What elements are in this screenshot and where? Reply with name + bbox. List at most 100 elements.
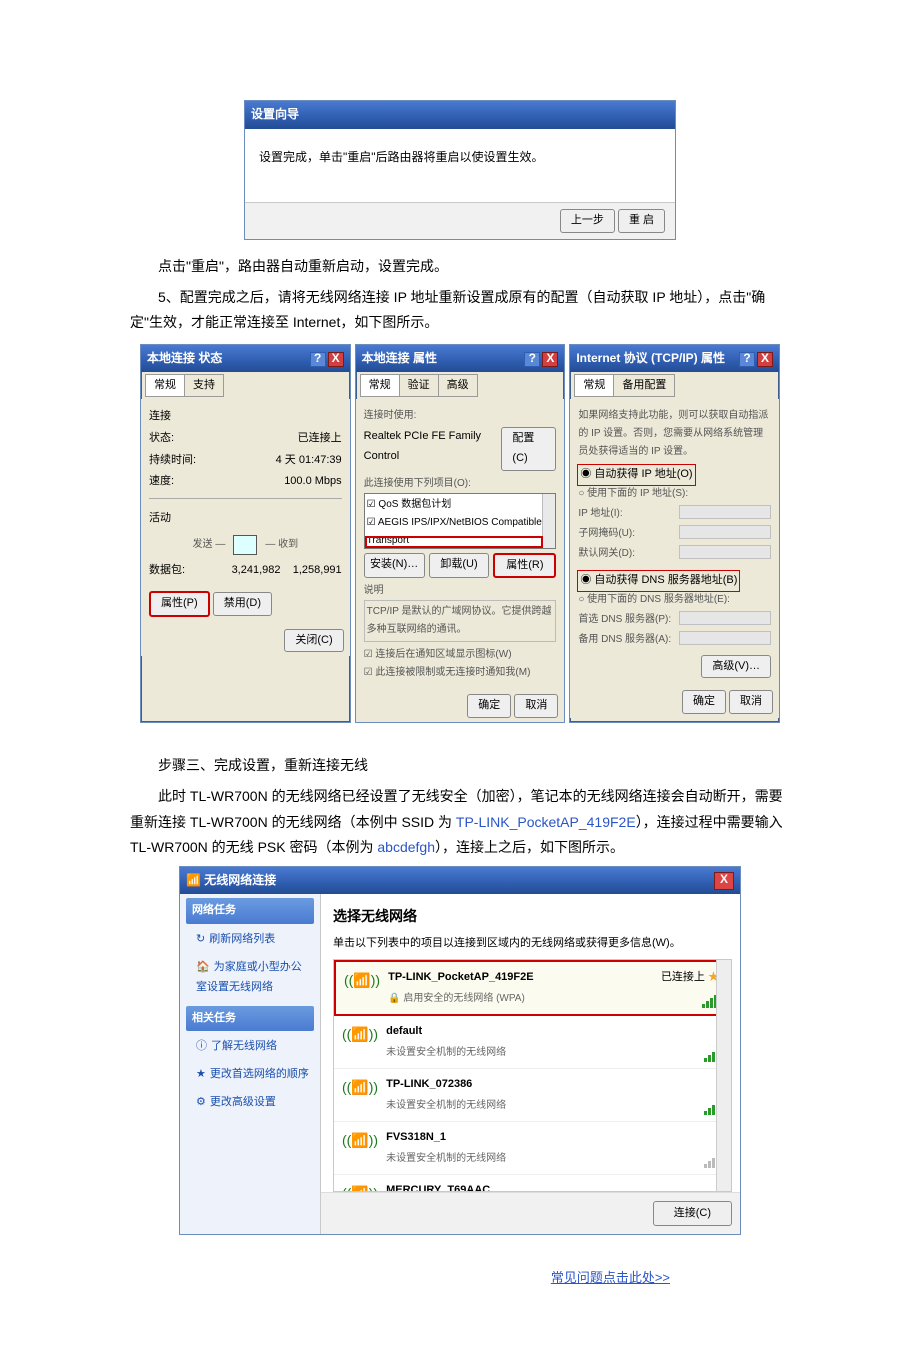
status-tabs: 常规支持 [141, 372, 350, 399]
network-name: MERCURY_T69AAC [386, 1181, 723, 1192]
close-icon[interactable]: X [328, 352, 344, 367]
network-item[interactable]: ((📶))TP-LINK_072386未设置安全机制的无线网络 [334, 1069, 731, 1122]
cancel-button[interactable]: 取消 [729, 690, 773, 714]
speed-label: 速度: [149, 472, 174, 492]
close-icon[interactable]: X [757, 352, 773, 367]
components-list[interactable]: QoS 数据包计划 AEGIS IPS/IPX/NetBIOS Compatib… [364, 493, 557, 549]
duration-label: 持续时间: [149, 451, 196, 471]
lan-properties-dialog: 本地连接 属性 ?X 常规验证高级 连接时使用: Realtek PCIe FE… [355, 344, 566, 724]
sidebar-link-learn[interactable]: ⓘ了解无线网络 [180, 1033, 320, 1061]
help-icon[interactable]: ? [739, 352, 755, 367]
signal-icon: ((📶)) [344, 968, 380, 993]
connect-button[interactable]: 连接(C) [653, 1201, 732, 1227]
close-icon[interactable]: X [542, 352, 558, 367]
tab-general[interactable]: 常规 [360, 374, 400, 397]
sidebar-group-tasks: 网络任务 [186, 898, 314, 924]
wizard-body: 设置完成，单击"重启"后路由器将重启以使设置生效。 [245, 129, 675, 203]
radio-manual-dns[interactable]: 使用下面的 DNS 服务器地址(E): [578, 591, 771, 609]
setup-wizard-dialog: 设置向导 设置完成，单击"重启"后路由器将重启以使设置生效。 上一步 重 启 [244, 100, 676, 240]
state-value: 已连接上 [298, 429, 342, 449]
sidebar-group-related: 相关任务 [186, 1006, 314, 1032]
sidebar-link-order[interactable]: ★更改首选网络的顺序 [180, 1061, 320, 1089]
wizard-message: 设置完成，单击"重启"后路由器将重启以使设置生效。 [259, 150, 544, 164]
dns1-label: 首选 DNS 服务器(P): [578, 611, 671, 629]
radio-auto-ip[interactable]: 自动获得 IP 地址(O) [578, 465, 694, 485]
network-item[interactable]: ((📶))FVS318N_1未设置安全机制的无线网络 [334, 1122, 731, 1175]
radio-auto-dns[interactable]: 自动获得 DNS 服务器地址(B) [578, 571, 739, 591]
network-list: ((📶))TP-LINK_PocketAP_419F2E启用安全的无线网络 (W… [333, 959, 732, 1191]
ip-label: IP 地址(I): [578, 505, 622, 523]
dns2-field [679, 631, 771, 645]
wizard-footer: 上一步 重 启 [245, 202, 675, 239]
dns1-field [679, 611, 771, 625]
lan-status-dialog: 本地连接 状态 ?X 常规支持 连接 状态:已连接上 持续时间:4 天 01:4… [140, 344, 351, 724]
network-subtitle: 未设置安全机制的无线网络 [386, 1044, 723, 1062]
faq-link-row: 常见问题点击此处>> [130, 1265, 670, 1290]
paragraph-reboot-note: 点击"重启"，路由器自动重新启动，设置完成。 [130, 254, 790, 279]
tab-general[interactable]: 常规 [145, 374, 185, 397]
network-name: FVS318N_1 [386, 1128, 723, 1148]
recv-value: 1,258,991 [293, 564, 342, 576]
sidebar-link-refresh[interactable]: ↻刷新网络列表 [180, 926, 320, 954]
network-name: default [386, 1022, 723, 1042]
disable-button[interactable]: 禁用(D) [213, 592, 272, 616]
adapter-name: Realtek PCIe FE Family Control [364, 427, 502, 471]
tab-alt[interactable]: 备用配置 [613, 374, 675, 397]
uninstall-button[interactable]: 卸载(U) [429, 553, 490, 579]
network-item[interactable]: ((📶))MERCURY_T69AAC启用安全的无线网络 (WPA) [334, 1175, 731, 1192]
monitor-icon [233, 535, 257, 555]
scrollbar[interactable] [716, 960, 731, 1190]
sent-value: 3,241,982 [232, 564, 281, 576]
gw-field [679, 545, 771, 559]
tab-advanced[interactable]: 高级 [438, 374, 478, 397]
help-icon[interactable]: ? [310, 352, 326, 367]
wizard-title: 设置向导 [251, 104, 299, 126]
ok-button[interactable]: 确定 [682, 690, 726, 714]
wlan-title: 无线网络连接 [204, 873, 276, 887]
tab-auth[interactable]: 验证 [399, 374, 439, 397]
choose-network-hint: 单击以下列表中的项目以连接到区域内的无线网络或获得更多信息(W)。 [333, 934, 728, 954]
tab-general[interactable]: 常规 [574, 374, 614, 397]
recv-label: — 收到 [265, 536, 298, 554]
chk-tray[interactable]: 连接后在通知区域显示图标(W) [375, 649, 511, 660]
highlight-bottom [365, 536, 544, 548]
network-subtitle: 未设置安全机制的无线网络 [386, 1097, 723, 1115]
section-activity: 活动 [149, 509, 342, 529]
tab-support[interactable]: 支持 [184, 374, 224, 397]
section-connection: 连接 [149, 407, 342, 427]
star-icon: ★ [196, 1068, 206, 1080]
radio-manual-ip[interactable]: 使用下面的 IP 地址(S): [578, 485, 771, 503]
duration-value: 4 天 01:47:39 [276, 451, 342, 471]
sent-label: 发送 — [193, 536, 226, 554]
lan-prop-title: 本地连接 属性 [362, 348, 437, 370]
home-icon: 🏠 [196, 961, 210, 973]
scrollbar[interactable] [542, 494, 555, 548]
speed-value: 100.0 Mbps [284, 472, 341, 492]
cancel-button[interactable]: 取消 [514, 694, 558, 718]
mask-label: 子网掩码(U): [578, 525, 635, 543]
faq-link[interactable]: 常见问题点击此处>> [551, 1270, 670, 1285]
dialog-row: 本地连接 状态 ?X 常规支持 连接 状态:已连接上 持续时间:4 天 01:4… [130, 344, 790, 724]
network-name: TP-LINK_072386 [386, 1075, 723, 1095]
step3-heading: 步骤三、完成设置，重新连接无线 [130, 753, 790, 778]
network-item[interactable]: ((📶))default未设置安全机制的无线网络 [334, 1016, 731, 1069]
help-icon[interactable]: ? [524, 352, 540, 367]
install-button[interactable]: 安装(N)… [364, 553, 425, 579]
properties-button[interactable]: 属性(P) [149, 591, 210, 617]
choose-network-heading: 选择无线网络 [333, 904, 728, 929]
chk-notify[interactable]: 此连接被限制或无连接时通知我(M) [375, 667, 530, 678]
advanced-button[interactable]: 高级(V)… [701, 655, 771, 679]
ok-button[interactable]: 确定 [467, 694, 511, 718]
configure-button[interactable]: 配置(C) [501, 427, 556, 471]
ip-field [679, 505, 771, 519]
signal-icon: ((📶)) [342, 1181, 378, 1192]
item-properties-button[interactable]: 属性(R) [493, 553, 556, 579]
close-icon[interactable]: X [714, 872, 734, 890]
close-button[interactable]: 关闭(C) [284, 629, 343, 653]
sidebar-link-setup[interactable]: 🏠为家庭或小型办公室设置无线网络 [180, 954, 320, 1002]
back-button[interactable]: 上一步 [560, 209, 615, 233]
network-item[interactable]: ((📶))TP-LINK_PocketAP_419F2E启用安全的无线网络 (W… [334, 960, 731, 1016]
list-item[interactable]: QoS 数据包计划 [367, 496, 554, 514]
reboot-button[interactable]: 重 启 [618, 209, 665, 233]
sidebar-link-advanced[interactable]: ⚙更改高级设置 [180, 1089, 320, 1117]
